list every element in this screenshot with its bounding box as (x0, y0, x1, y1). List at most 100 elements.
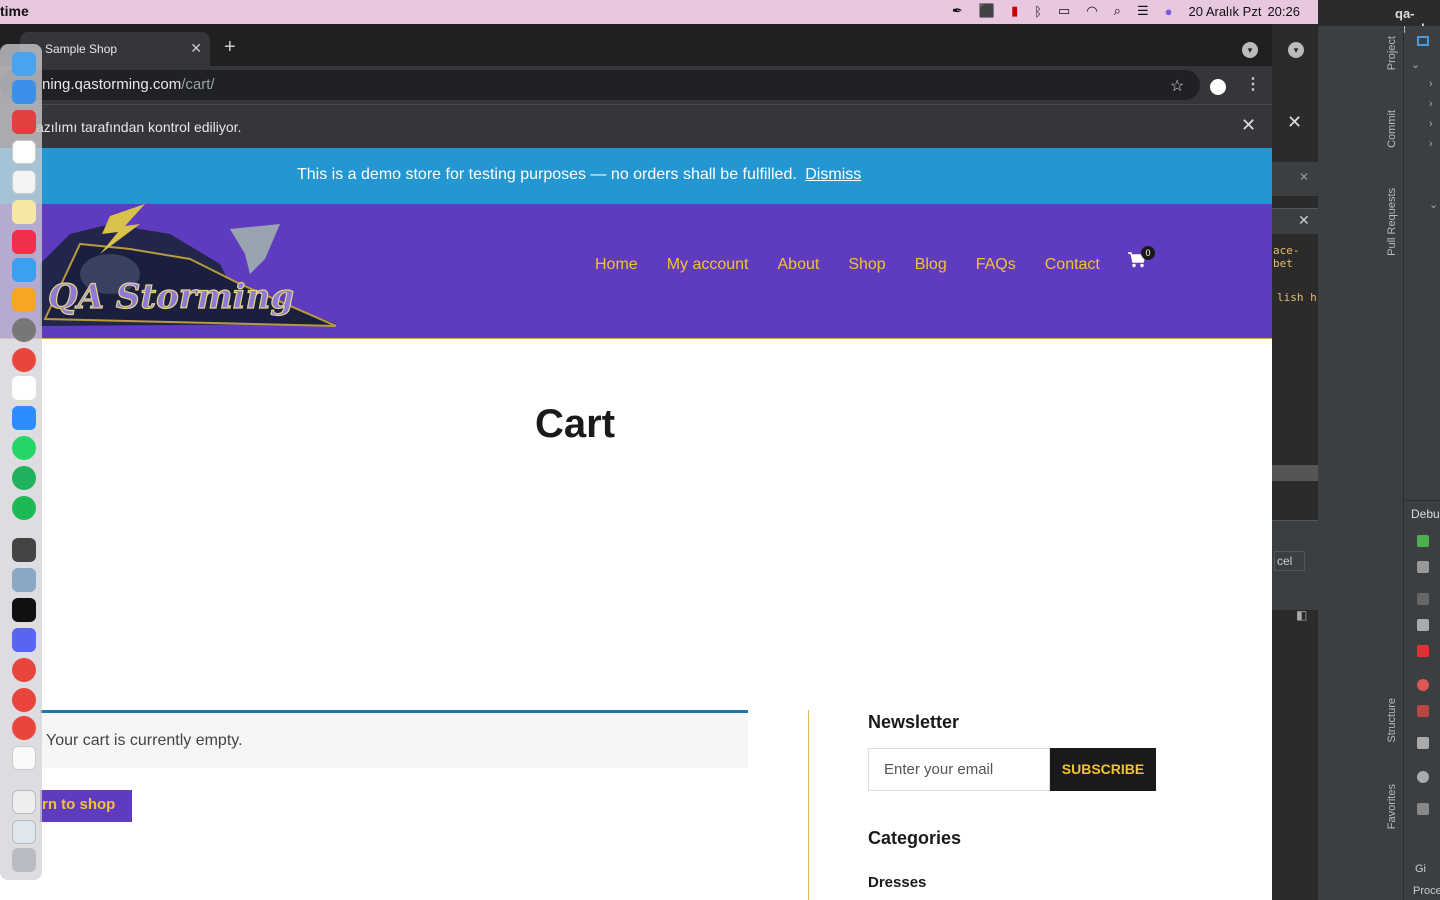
mail-icon[interactable] (12, 80, 36, 104)
tab-search-icon[interactable]: ▾ (1242, 42, 1258, 58)
discord-icon[interactable] (12, 628, 36, 652)
close-icon[interactable]: ✕ (1287, 112, 1302, 133)
chevron-right-icon[interactable]: › (1429, 118, 1433, 130)
nav-my-account[interactable]: My account (667, 256, 749, 274)
pin-icon[interactable] (1417, 803, 1429, 815)
chevron-right-icon[interactable]: › (1429, 78, 1433, 90)
spotlight-search-icon[interactable]: ⌕ (1114, 3, 1121, 19)
ide-title: qa-acad (1318, 0, 1440, 36)
ide-tab-structure[interactable]: Structure (1386, 698, 1398, 743)
dismiss-link[interactable]: Dismiss (805, 166, 861, 183)
ide-tab-favorites[interactable]: Favorites (1386, 784, 1398, 829)
pause-icon[interactable] (1417, 619, 1429, 631)
chrome-icon[interactable] (12, 716, 36, 740)
browser-tab-active[interactable]: Sample Shop ✕ (20, 32, 210, 66)
feather-icon[interactable]: ✒ (952, 3, 963, 19)
window-thumbnail-icon[interactable] (12, 820, 36, 844)
bluetooth-icon[interactable]: ᛒ (1034, 4, 1042, 19)
automation-infobar: azılımı tarafından kontrol ediliyor. ✕ (0, 104, 1272, 148)
calendar-icon[interactable] (12, 140, 36, 164)
email-client-icon[interactable] (12, 110, 36, 134)
subscribe-button[interactable]: SUBSCRIBE (1050, 748, 1156, 791)
mute-breakpoints-icon[interactable] (1417, 705, 1429, 717)
intellij-icon[interactable] (12, 598, 36, 622)
debug-label[interactable]: Debu (1411, 507, 1440, 521)
keynote-icon[interactable] (12, 258, 36, 282)
resume-icon[interactable] (1417, 593, 1429, 605)
pages-icon[interactable] (12, 288, 36, 312)
new-tab-icon[interactable]: + (224, 36, 236, 59)
breakpoints-icon[interactable] (1417, 679, 1429, 691)
bookmark-star-icon[interactable]: ☆ (1170, 76, 1184, 96)
chevron-right-icon[interactable]: › (1429, 138, 1433, 150)
ide-tab-pull-requests[interactable]: Pull Requests (1386, 188, 1398, 256)
java-icon[interactable] (12, 746, 36, 770)
whatsapp-icon[interactable] (12, 436, 36, 460)
dropdown-icon[interactable]: ▾ (1288, 42, 1304, 58)
migration-icon[interactable] (12, 538, 36, 562)
nav-contact[interactable]: Contact (1045, 256, 1100, 274)
panel-toggle-icon[interactable]: ◧ (1296, 608, 1307, 622)
nav-faqs[interactable]: FAQs (976, 256, 1016, 274)
nav-home[interactable]: Home (595, 256, 638, 274)
slack-icon[interactable] (12, 376, 36, 400)
newsletter-heading: Newsletter (868, 712, 960, 732)
category-link-dresses[interactable]: Dresses (868, 874, 926, 891)
git-tab[interactable]: Gi (1415, 863, 1426, 875)
document-icon[interactable] (12, 790, 36, 814)
finder-icon[interactable] (12, 52, 36, 76)
pdf-icon[interactable]: ▮ (1011, 3, 1018, 19)
siri-icon[interactable]: ● (1165, 4, 1173, 19)
ide-tab-project[interactable]: Project (1386, 36, 1398, 70)
stop-icon[interactable] (1417, 645, 1429, 657)
chrome-icon[interactable] (12, 348, 36, 372)
close-icon[interactable]: ✕ (1298, 212, 1310, 229)
cancel-field[interactable]: cel (1274, 551, 1306, 571)
nav-blog[interactable]: Blog (915, 256, 947, 274)
messaging-app-icon[interactable] (12, 466, 36, 490)
battery-icon[interactable]: ▭ (1058, 3, 1070, 19)
system-preferences-icon[interactable] (12, 318, 36, 342)
reminders-icon[interactable] (12, 170, 36, 194)
wrench-icon[interactable] (1417, 561, 1429, 573)
control-center-icon[interactable]: ☰ (1137, 3, 1149, 19)
browser-window: Sample Shop ✕ + ▾ ▾ ning.qastorming.com/… (0, 24, 1304, 900)
qa-storming-logo[interactable]: QA Storming (40, 204, 336, 329)
ide-project-tree: ⌄ › › › › ⌄ (1405, 26, 1440, 496)
browser-menu-icon[interactable]: ⋮ (1245, 74, 1261, 94)
close-icon[interactable]: ✕ (1299, 170, 1309, 184)
spotify-icon[interactable] (12, 496, 36, 520)
newsletter-email-input[interactable]: Enter your email (868, 748, 1050, 791)
camera-icon[interactable] (1417, 737, 1429, 749)
notes-icon[interactable] (12, 200, 36, 224)
app-badge-icon[interactable]: ⬛ (979, 3, 995, 19)
problems-tab[interactable]: Proce (1413, 885, 1440, 897)
chevron-down-icon[interactable]: ⌄ (1429, 198, 1438, 211)
gear-icon[interactable] (1417, 771, 1429, 783)
profile-avatar-icon[interactable] (1210, 79, 1226, 95)
cart-empty-message: Your cart is currently empty. (46, 732, 243, 749)
chrome-icon[interactable] (12, 688, 36, 712)
tab-close-icon[interactable]: ✕ (190, 40, 202, 57)
zoom-icon[interactable] (12, 406, 36, 430)
chevron-right-icon[interactable]: › (1429, 98, 1433, 110)
chevron-down-icon[interactable]: ⌄ (1411, 58, 1420, 71)
cart-button[interactable]: 0 (1128, 246, 1155, 273)
menubar-time[interactable]: 20:26 (1267, 4, 1300, 19)
menubar-date[interactable]: 20 Aralık Pzt (1188, 4, 1261, 19)
nav-shop[interactable]: Shop (848, 256, 885, 274)
return-to-shop-button[interactable]: rn to shop (40, 790, 132, 822)
cart-count-badge: 0 (1141, 246, 1155, 260)
music-icon[interactable] (12, 230, 36, 254)
rerun-icon[interactable] (1417, 535, 1429, 547)
wifi-icon[interactable]: ◠ (1086, 3, 1097, 19)
nav-about[interactable]: About (778, 256, 820, 274)
active-app-name[interactable]: time (0, 3, 29, 19)
chrome-icon[interactable] (12, 658, 36, 682)
trash-icon[interactable] (12, 848, 36, 872)
infobar-close-icon[interactable]: ✕ (1241, 115, 1256, 136)
ide-tab-commit[interactable]: Commit (1386, 110, 1398, 148)
ide-debug-panel: Debu Gi Proce (1405, 500, 1440, 900)
address-bar[interactable]: ning.qastorming.com/cart/ ☆ (0, 70, 1226, 100)
preview-icon[interactable] (12, 568, 36, 592)
